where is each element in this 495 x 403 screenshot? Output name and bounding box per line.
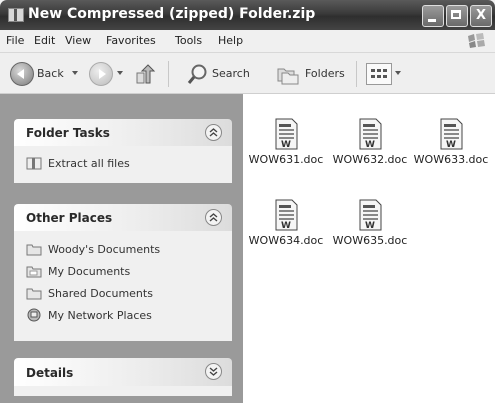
file-item[interactable]: W WOW633.doc — [409, 118, 493, 174]
file-name: WOW631.doc — [248, 153, 324, 166]
network-icon — [27, 308, 41, 322]
menu-view[interactable]: View — [65, 34, 91, 47]
back-button[interactable]: Back — [37, 67, 64, 80]
task-pane: Folder Tasks Extract all files Other Pla… — [0, 94, 243, 403]
back-arrow-icon[interactable] — [10, 62, 34, 86]
toolbar-separator — [168, 61, 169, 87]
folder-tasks-header[interactable]: Folder Tasks — [14, 119, 232, 146]
details-header[interactable]: Details — [14, 358, 232, 386]
place-label: My Network Places — [48, 309, 152, 322]
menu-file[interactable]: File — [6, 34, 24, 47]
file-name: WOW633.doc — [413, 153, 489, 166]
menu-bar: File Edit View Favorites Tools Help — [0, 30, 495, 53]
place-label: Shared Documents — [48, 287, 153, 300]
extract-icon — [26, 157, 42, 170]
folder-tasks-panel: Folder Tasks Extract all files — [14, 119, 232, 183]
toolbar: Back Search Folders — [0, 53, 495, 94]
menu-edit[interactable]: Edit — [34, 34, 55, 47]
word-document-icon: W — [359, 118, 382, 150]
file-item[interactable]: W WOW632.doc — [328, 118, 412, 174]
folders-button[interactable]: Folders — [305, 67, 345, 80]
folder-icon — [26, 266, 42, 278]
folders-icon[interactable] — [276, 63, 300, 85]
other-places-panel: Other Places Woody's Documents My Docume… — [14, 204, 232, 341]
menu-help[interactable]: Help — [218, 34, 243, 47]
svg-text:W: W — [281, 140, 291, 150]
file-name: WOW635.doc — [332, 234, 408, 247]
menu-favorites[interactable]: Favorites — [106, 34, 156, 47]
file-list: W WOW631.doc W WOW632.doc W WOW633.doc W… — [243, 94, 495, 403]
file-item[interactable]: W WOW634.doc — [244, 199, 328, 255]
toolbar-separator — [356, 61, 357, 87]
svg-text:W: W — [365, 221, 375, 231]
file-name: WOW632.doc — [332, 153, 408, 166]
back-dropdown-icon[interactable] — [72, 71, 78, 75]
windows-logo-icon — [465, 33, 487, 49]
other-places-body: Woody's Documents My Documents Shared Do… — [14, 231, 232, 341]
window-title: New Compressed (zipped) Folder.zip — [28, 6, 316, 22]
word-document-icon: W — [275, 199, 298, 231]
details-title: Details — [26, 366, 74, 380]
other-places-title: Other Places — [26, 211, 113, 225]
details-body — [14, 386, 232, 396]
menu-tools[interactable]: Tools — [175, 34, 202, 47]
folder-icon — [26, 244, 42, 256]
svg-text:W: W — [365, 140, 375, 150]
svg-text:W: W — [446, 140, 456, 150]
word-document-icon: W — [440, 118, 463, 150]
explorer-window: New Compressed (zipped) Folder.zip X Fil… — [0, 0, 495, 403]
task-extract-all-label: Extract all files — [48, 157, 130, 170]
forward-arrow-icon[interactable] — [89, 62, 113, 86]
file-item[interactable]: W WOW635.doc — [328, 199, 412, 255]
folder-tasks-body: Extract all files — [14, 146, 232, 183]
word-document-icon: W — [275, 118, 298, 150]
svg-text:W: W — [281, 221, 291, 231]
title-bar[interactable]: New Compressed (zipped) Folder.zip X — [0, 0, 495, 30]
file-item[interactable]: W WOW631.doc — [244, 118, 328, 174]
views-icon[interactable] — [366, 63, 392, 85]
place-label: Woody's Documents — [48, 243, 161, 256]
details-panel: Details — [14, 358, 232, 396]
collapse-icon[interactable] — [205, 124, 222, 141]
close-button[interactable]: X — [470, 5, 492, 27]
up-folder-icon[interactable] — [134, 63, 156, 85]
expand-icon[interactable] — [205, 363, 222, 380]
place-label: My Documents — [48, 265, 131, 278]
maximize-button[interactable] — [446, 5, 468, 27]
zip-folder-icon — [8, 8, 24, 22]
forward-dropdown-icon[interactable] — [117, 71, 123, 75]
search-icon[interactable] — [187, 63, 209, 85]
views-dropdown-icon[interactable] — [395, 71, 401, 75]
folder-tasks-title: Folder Tasks — [26, 126, 110, 140]
file-name: WOW634.doc — [248, 234, 324, 247]
search-button[interactable]: Search — [212, 67, 250, 80]
word-document-icon: W — [359, 199, 382, 231]
minimize-button[interactable] — [422, 5, 444, 27]
collapse-icon[interactable] — [205, 209, 222, 226]
other-places-header[interactable]: Other Places — [14, 204, 232, 231]
folder-icon — [26, 288, 42, 300]
